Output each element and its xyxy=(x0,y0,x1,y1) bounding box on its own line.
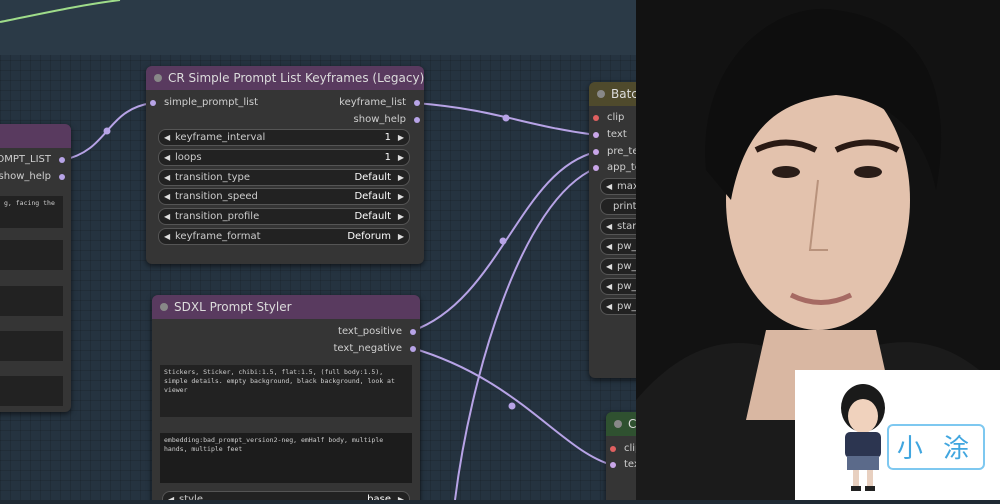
output-dot[interactable] xyxy=(59,157,65,163)
output-dot[interactable] xyxy=(414,117,420,123)
prompt-list-node[interactable]: PROMPT_LIST show_help g, facing the xyxy=(0,124,71,412)
output-text-positive[interactable]: text_positive xyxy=(338,326,416,337)
node-header[interactable]: Batc xyxy=(589,82,636,106)
collapse-dot[interactable] xyxy=(597,90,605,98)
increment-arrow-icon[interactable]: ▶ xyxy=(398,150,404,165)
input-dot[interactable] xyxy=(593,149,599,155)
decrement-arrow-icon[interactable]: ◀ xyxy=(164,170,170,185)
widget-transition-speed[interactable]: ◀ transition_speed Default ▶ xyxy=(158,188,410,205)
widget-keyframe-format[interactable]: ◀ keyframe_format Deforum ▶ xyxy=(158,228,410,245)
link-top-edge xyxy=(0,0,121,23)
increment-arrow-icon[interactable]: ▶ xyxy=(398,170,404,185)
node-header[interactable]: C xyxy=(606,412,636,436)
input-dot[interactable] xyxy=(593,115,599,121)
node-title: C xyxy=(628,417,636,431)
input-dot[interactable] xyxy=(593,132,599,138)
decrement-arrow-icon[interactable]: ◀ xyxy=(606,219,612,234)
prompt-styler-node[interactable]: SDXL Prompt Styler text_positive text_ne… xyxy=(152,295,420,500)
decrement-arrow-icon[interactable]: ◀ xyxy=(164,130,170,145)
batch-node[interactable]: Batc clip text pre_te app_te ◀ max print… xyxy=(589,82,636,378)
output-prompt-list[interactable]: PROMPT_LIST xyxy=(0,154,65,165)
decrement-arrow-icon[interactable]: ◀ xyxy=(168,492,174,500)
input-dot[interactable] xyxy=(593,165,599,171)
widget-transition-type[interactable]: ◀ transition_type Default ▶ xyxy=(158,169,410,186)
input-text[interactable]: text xyxy=(610,459,636,470)
decrement-arrow-icon[interactable]: ◀ xyxy=(606,239,612,254)
decrement-arrow-icon[interactable]: ◀ xyxy=(606,259,612,274)
widget-start[interactable]: ◀ start xyxy=(600,218,636,235)
input-text[interactable]: text xyxy=(593,129,627,140)
link-midpoint xyxy=(103,127,111,135)
widget-loops[interactable]: ◀ loops 1 ▶ xyxy=(158,149,410,166)
node-header[interactable] xyxy=(0,124,71,148)
decrement-arrow-icon[interactable]: ◀ xyxy=(606,179,612,194)
input-app-text[interactable]: app_te xyxy=(593,162,636,173)
output-dot[interactable] xyxy=(410,346,416,352)
widget-pw[interactable]: ◀ pw_ xyxy=(600,238,636,255)
positive-prompt-textbox[interactable]: Stickers, Sticker, chibi:1.5, flat:1.5, … xyxy=(160,365,412,417)
input-pre-text[interactable]: pre_te xyxy=(593,146,636,157)
widget-pw[interactable]: ◀ pw_ xyxy=(600,278,636,295)
negative-prompt-textbox[interactable]: embedding:bad_prompt_version2-neg, emHal… xyxy=(160,433,412,483)
link-to-app-text xyxy=(454,167,597,500)
decrement-arrow-icon[interactable]: ◀ xyxy=(164,189,170,204)
input-clip[interactable]: clip xyxy=(610,443,636,454)
node-header[interactable]: SDXL Prompt Styler xyxy=(152,295,420,319)
decrement-arrow-icon[interactable]: ◀ xyxy=(164,150,170,165)
prompt-textbox[interactable] xyxy=(0,240,63,270)
node-header[interactable]: CR Simple Prompt List Keyframes (Legacy) xyxy=(146,66,424,90)
collapse-dot[interactable] xyxy=(154,74,162,82)
widget-style[interactable]: ◀ style base ▶ xyxy=(162,491,410,500)
output-dot[interactable] xyxy=(410,329,416,335)
increment-arrow-icon[interactable]: ▶ xyxy=(398,492,404,500)
widget-transition-profile[interactable]: ◀ transition_profile Default ▶ xyxy=(158,208,410,225)
clip-text-encode-node[interactable]: C clip text xyxy=(606,412,636,500)
widget-pw[interactable]: ◀ pw_ xyxy=(600,258,636,275)
node-title: CR Simple Prompt List Keyframes (Legacy) xyxy=(168,71,424,85)
output-keyframe-list[interactable]: keyframe_list xyxy=(339,97,420,108)
prompt-textbox[interactable] xyxy=(0,331,63,361)
node-graph-canvas[interactable]: PROMPT_LIST show_help g, facing the CR S… xyxy=(0,0,636,500)
increment-arrow-icon[interactable]: ▶ xyxy=(398,130,404,145)
decrement-arrow-icon[interactable]: ◀ xyxy=(606,299,612,314)
input-dot[interactable] xyxy=(610,462,616,468)
prompt-textbox[interactable]: g, facing the xyxy=(0,196,63,228)
link-midpoint xyxy=(508,402,516,410)
decrement-arrow-icon[interactable]: ◀ xyxy=(606,279,612,294)
widget-keyframe-interval[interactable]: ◀ keyframe_interval 1 ▶ xyxy=(158,129,410,146)
output-show-help[interactable]: show_help xyxy=(354,114,420,125)
output-dot[interactable] xyxy=(59,174,65,180)
badge-label: 小 涂 xyxy=(887,424,985,470)
widget-max[interactable]: ◀ max xyxy=(600,178,636,195)
decrement-arrow-icon[interactable]: ◀ xyxy=(164,209,170,224)
output-dot[interactable] xyxy=(414,100,420,106)
decrement-arrow-icon[interactable]: ◀ xyxy=(164,229,170,244)
link-midpoint xyxy=(502,114,510,122)
input-simple-prompt-list[interactable]: simple_prompt_list xyxy=(150,97,258,108)
increment-arrow-icon[interactable]: ▶ xyxy=(398,229,404,244)
widget-print[interactable]: print xyxy=(600,198,636,215)
increment-arrow-icon[interactable]: ▶ xyxy=(398,189,404,204)
link-midpoint xyxy=(499,237,507,245)
prompt-textbox[interactable] xyxy=(0,376,63,406)
input-dot[interactable] xyxy=(610,446,616,452)
widget-pw[interactable]: ◀ pw_ xyxy=(600,298,636,315)
prompt-textbox[interactable] xyxy=(0,286,63,316)
input-dot[interactable] xyxy=(150,100,156,106)
input-clip[interactable]: clip xyxy=(593,112,624,123)
output-show-help[interactable]: show_help xyxy=(0,171,65,182)
keyframes-node[interactable]: CR Simple Prompt List Keyframes (Legacy)… xyxy=(146,66,424,264)
node-title: Batc xyxy=(611,87,636,101)
node-title: SDXL Prompt Styler xyxy=(174,300,292,314)
collapse-dot[interactable] xyxy=(160,303,168,311)
increment-arrow-icon[interactable]: ▶ xyxy=(398,209,404,224)
output-text-negative[interactable]: text_negative xyxy=(334,343,416,354)
collapse-dot[interactable] xyxy=(614,420,622,428)
